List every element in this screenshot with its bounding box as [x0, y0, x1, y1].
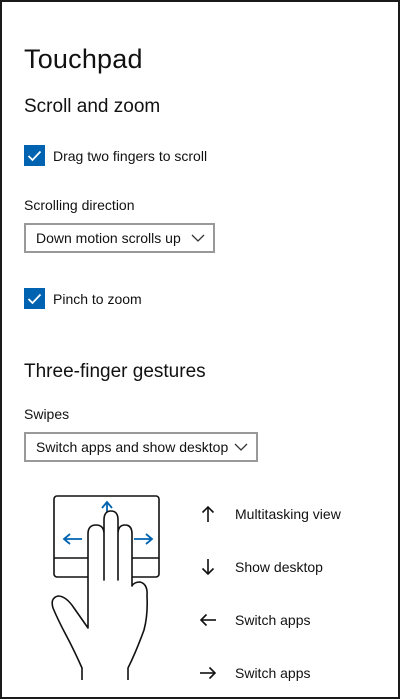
checkmark-icon [27, 150, 42, 161]
chevron-down-icon [191, 234, 205, 242]
arrow-left-icon [198, 610, 218, 630]
gesture-right: Switch apps [198, 661, 310, 685]
arrow-down-icon [198, 557, 218, 577]
arrow-right-icon [198, 663, 218, 683]
pinch-to-zoom-label: Pinch to zoom [53, 290, 142, 307]
scroll-zoom-heading: Scroll and zoom [24, 96, 161, 117]
gesture-down-label: Show desktop [235, 559, 323, 575]
swipes-label: Swipes [24, 406, 70, 422]
pinch-to-zoom-setting[interactable]: Pinch to zoom [24, 288, 142, 309]
chevron-down-icon [234, 443, 248, 451]
swipes-dropdown[interactable]: Switch apps and show desktop [24, 432, 258, 462]
drag-two-fingers-label: Drag two fingers to scroll [53, 147, 208, 164]
checkmark-icon [27, 293, 42, 304]
swipes-value: Switch apps and show desktop [36, 439, 229, 455]
arrow-up-icon [198, 504, 218, 524]
scrolling-direction-value: Down motion scrolls up [36, 230, 181, 246]
three-finger-swipe-illustration [51, 495, 160, 680]
gesture-up: Multitasking view [198, 502, 341, 526]
gesture-left-label: Switch apps [235, 612, 311, 628]
gesture-down: Show desktop [198, 555, 323, 579]
page-title: Touchpad [24, 44, 143, 74]
drag-two-fingers-setting[interactable]: Drag two fingers to scroll [24, 145, 207, 166]
scrolling-direction-dropdown[interactable]: Down motion scrolls up [24, 223, 215, 253]
scrolling-direction-label: Scrolling direction [24, 197, 135, 213]
pinch-to-zoom-checkbox[interactable] [24, 288, 45, 309]
gesture-left: Switch apps [198, 608, 310, 632]
drag-two-fingers-checkbox[interactable] [24, 145, 45, 166]
gesture-right-label: Switch apps [235, 665, 311, 681]
gesture-up-label: Multitasking view [235, 506, 341, 522]
three-finger-heading: Three-finger gestures [24, 361, 206, 382]
settings-window: Touchpad Scroll and zoom Drag two finger… [0, 0, 400, 699]
